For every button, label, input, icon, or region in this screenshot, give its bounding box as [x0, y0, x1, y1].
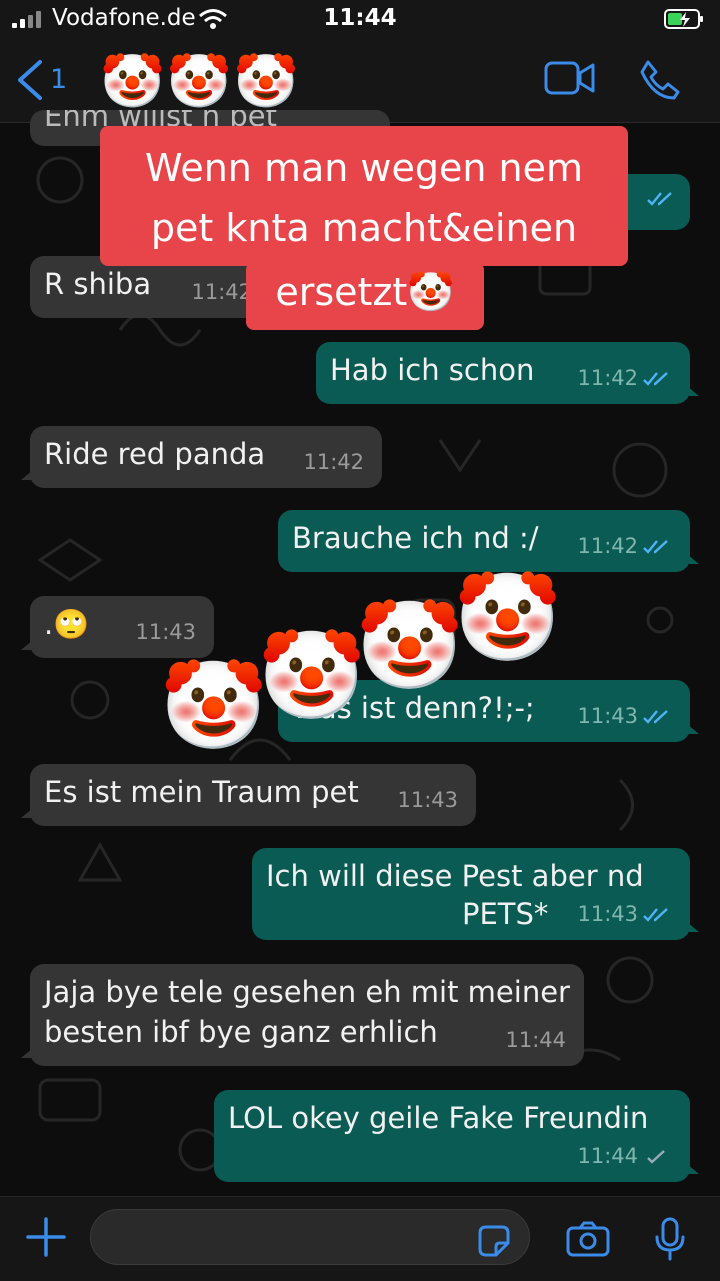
microphone-icon[interactable] [654, 1217, 686, 1261]
message-time: 11:44 [577, 1144, 638, 1168]
read-receipt-icon [643, 908, 668, 922]
clown-sticker: 🤡 [258, 626, 366, 726]
read-receipt-icon [643, 540, 668, 554]
message-time: 11:42 [577, 534, 638, 558]
read-receipt-icon [643, 372, 668, 386]
message-incoming[interactable]: Es ist mein Traum pet 11:43 [21, 764, 476, 826]
video-call-icon[interactable] [544, 60, 596, 96]
message-incoming[interactable]: .🙄 11:43 [21, 596, 214, 658]
message-input[interactable] [90, 1209, 530, 1265]
contact-name[interactable]: 🤡🤡🤡 [100, 50, 300, 114]
clock: 11:44 [323, 5, 397, 31]
message-incoming[interactable]: Ride red panda 11:42 [21, 426, 382, 488]
message-incoming[interactable]: Jaja bye tele gesehen eh mit meiner best… [21, 964, 584, 1066]
delivered-tick-icon [647, 1150, 665, 1164]
message-time: 11:42 [577, 366, 638, 390]
message-time: 11:43 [135, 620, 196, 644]
status-bar: Vodafone.de 11:44 [0, 0, 720, 40]
camera-icon[interactable] [566, 1221, 610, 1257]
sticker-icon[interactable] [476, 1223, 512, 1259]
clown-sticker: 🤡 [356, 596, 464, 696]
message-time: 11:43 [397, 788, 458, 812]
message-time: 11:43 [577, 902, 638, 926]
back-chevron-icon[interactable] [14, 58, 44, 102]
unread-count[interactable]: 1 [50, 64, 67, 95]
clown-sticker: 🤡 [160, 656, 268, 756]
read-receipt-icon [647, 192, 672, 206]
message-time: 11:42 [191, 280, 252, 304]
message-time: 11:42 [303, 450, 364, 474]
plus-icon[interactable] [26, 1217, 66, 1257]
message-input-bar [0, 1196, 720, 1281]
clown-sticker: 🤡 [454, 568, 562, 668]
message-time: 11:44 [505, 1028, 566, 1052]
overlay-caption-line: ersetzt🤡 [246, 262, 484, 330]
phone-call-icon[interactable] [638, 58, 682, 102]
battery-charging-icon [664, 9, 703, 29]
message-outgoing[interactable]: Ich will diese Pest aber nd PETS* 11:43 [252, 848, 699, 940]
message-outgoing[interactable]: Brauche ich nd :/ 11:42 [278, 510, 699, 572]
read-receipt-icon [643, 710, 668, 724]
message-time: 11:43 [577, 704, 638, 728]
overlay-caption-line: Wenn man wegen nem pet knta macht&einen [100, 126, 628, 266]
message-outgoing[interactable]: Hab ich schon 11:42 [316, 342, 699, 404]
message-outgoing[interactable]: LOL okey geile Fake Freundin 11:44 [214, 1090, 699, 1182]
